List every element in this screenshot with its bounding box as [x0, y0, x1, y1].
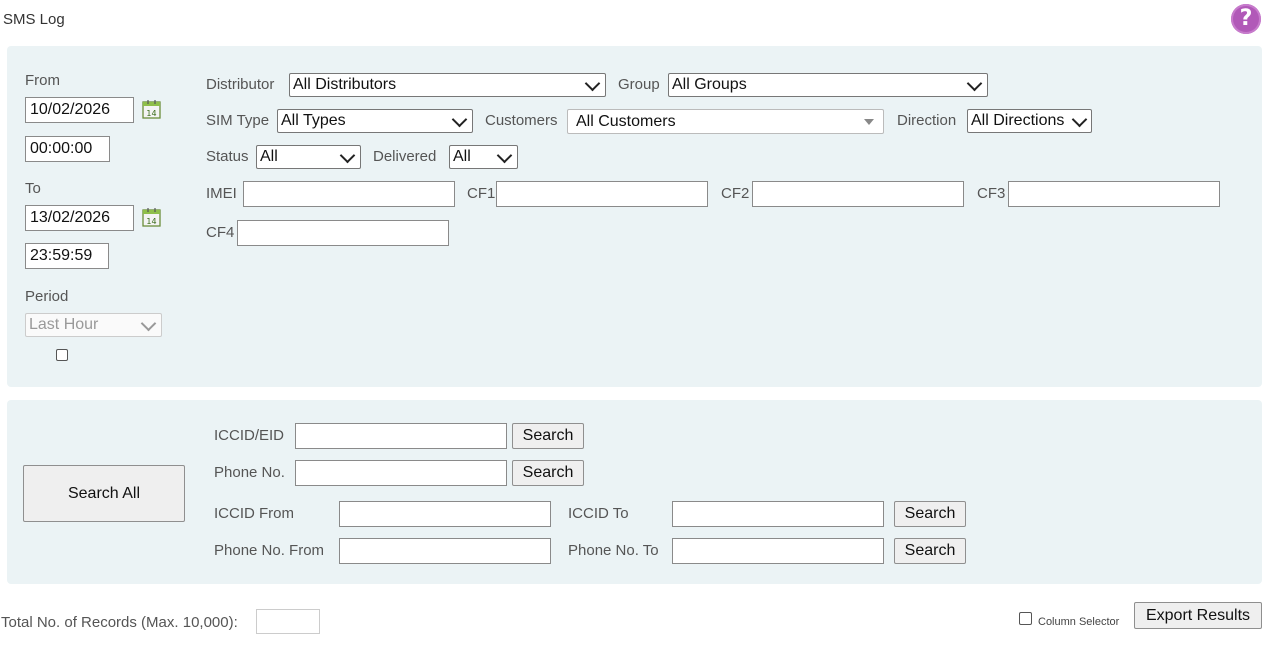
- period-select: Last Hour: [25, 313, 162, 337]
- from-date-input[interactable]: [25, 97, 134, 123]
- cf2-input[interactable]: [752, 181, 964, 207]
- period-value: Last Hour: [29, 316, 99, 333]
- iccid-from-label: ICCID From: [214, 505, 294, 522]
- delivered-label: Delivered: [373, 148, 437, 165]
- chevron-down-icon: [966, 75, 983, 91]
- iccid-to-label: ICCID To: [568, 505, 629, 522]
- filter-panel: [7, 46, 1262, 387]
- distributor-value: All Distributors: [293, 76, 397, 93]
- question-mark-icon[interactable]: ?: [1231, 4, 1261, 34]
- cf1-label: CF1: [467, 185, 496, 202]
- calendar-icon[interactable]: 14: [141, 206, 163, 228]
- chevron-down-icon: [1071, 111, 1088, 127]
- sim-type-select[interactable]: All Types: [277, 109, 473, 133]
- page-title: SMS Log: [3, 11, 65, 28]
- direction-value: All Directions: [971, 112, 1065, 129]
- distributor-select[interactable]: All Distributors: [289, 73, 606, 97]
- direction-select[interactable]: All Directions: [967, 109, 1092, 133]
- chevron-down-icon: [496, 147, 513, 163]
- chevron-down-icon: [584, 75, 601, 91]
- to-label: To: [25, 180, 41, 197]
- total-records-label: Total No. of Records (Max. 10,000):: [1, 614, 238, 631]
- sim-type-value: All Types: [281, 112, 346, 129]
- delivered-value: All: [453, 148, 471, 165]
- from-time-input[interactable]: [25, 136, 110, 162]
- status-label: Status: [206, 148, 249, 165]
- caret-down-icon: [864, 118, 874, 125]
- delivered-select[interactable]: All: [449, 145, 518, 169]
- phone-no-input[interactable]: [295, 460, 507, 486]
- group-value: All Groups: [672, 76, 747, 93]
- column-selector-label[interactable]: Column Selector: [1038, 616, 1119, 628]
- total-records-input: [256, 609, 320, 634]
- customers-select[interactable]: All Customers: [567, 109, 884, 134]
- cf2-label: CF2: [721, 185, 750, 202]
- phone-to-label: Phone No. To: [568, 542, 659, 559]
- direction-label: Direction: [897, 112, 957, 129]
- customers-value: All Customers: [576, 112, 676, 130]
- phone-from-label: Phone No. From: [214, 542, 325, 559]
- chevron-down-icon: [339, 147, 356, 163]
- period-label: Period: [25, 288, 69, 305]
- iccid-to-input[interactable]: [672, 501, 884, 527]
- imei-label: IMEI: [206, 185, 237, 202]
- cf3-label: CF3: [977, 185, 1006, 202]
- cf3-input[interactable]: [1008, 181, 1220, 207]
- phone-to-input[interactable]: [672, 538, 884, 564]
- iccid-search-button[interactable]: Search: [512, 423, 584, 449]
- iccid-eid-input[interactable]: [295, 423, 507, 449]
- imei-input[interactable]: [243, 181, 455, 207]
- search-all-button[interactable]: Search All: [23, 465, 185, 522]
- sim-type-label: SIM Type: [206, 112, 270, 129]
- export-results-button[interactable]: Export Results: [1134, 602, 1262, 629]
- cf4-label: CF4: [206, 224, 235, 241]
- from-label: From: [25, 72, 60, 89]
- to-date-input[interactable]: [25, 205, 134, 231]
- customers-label: Customers: [485, 112, 558, 129]
- status-select[interactable]: All: [256, 145, 361, 169]
- to-time-input[interactable]: [25, 243, 109, 269]
- iccid-range-search-button[interactable]: Search: [894, 501, 966, 527]
- cf1-input[interactable]: [496, 181, 708, 207]
- phone-range-search-button[interactable]: Search: [894, 538, 966, 564]
- distributor-label: Distributor: [206, 76, 275, 93]
- calendar-icon[interactable]: 14: [141, 98, 163, 120]
- chevron-down-icon: [451, 111, 468, 127]
- phone-from-input[interactable]: [339, 538, 551, 564]
- group-label: Group: [618, 76, 660, 93]
- period-checkbox[interactable]: [56, 349, 68, 361]
- iccid-eid-label: ICCID/EID: [214, 427, 285, 444]
- svg-text:14: 14: [146, 109, 156, 118]
- iccid-from-input[interactable]: [339, 501, 551, 527]
- svg-text:14: 14: [146, 217, 156, 226]
- cf4-input[interactable]: [237, 220, 449, 246]
- status-value: All: [260, 148, 278, 165]
- phone-no-label: Phone No.: [214, 464, 285, 481]
- chevron-down-icon: [140, 315, 157, 331]
- column-selector-checkbox[interactable]: [1019, 612, 1032, 625]
- group-select[interactable]: All Groups: [668, 73, 988, 97]
- phone-search-button[interactable]: Search: [512, 460, 584, 486]
